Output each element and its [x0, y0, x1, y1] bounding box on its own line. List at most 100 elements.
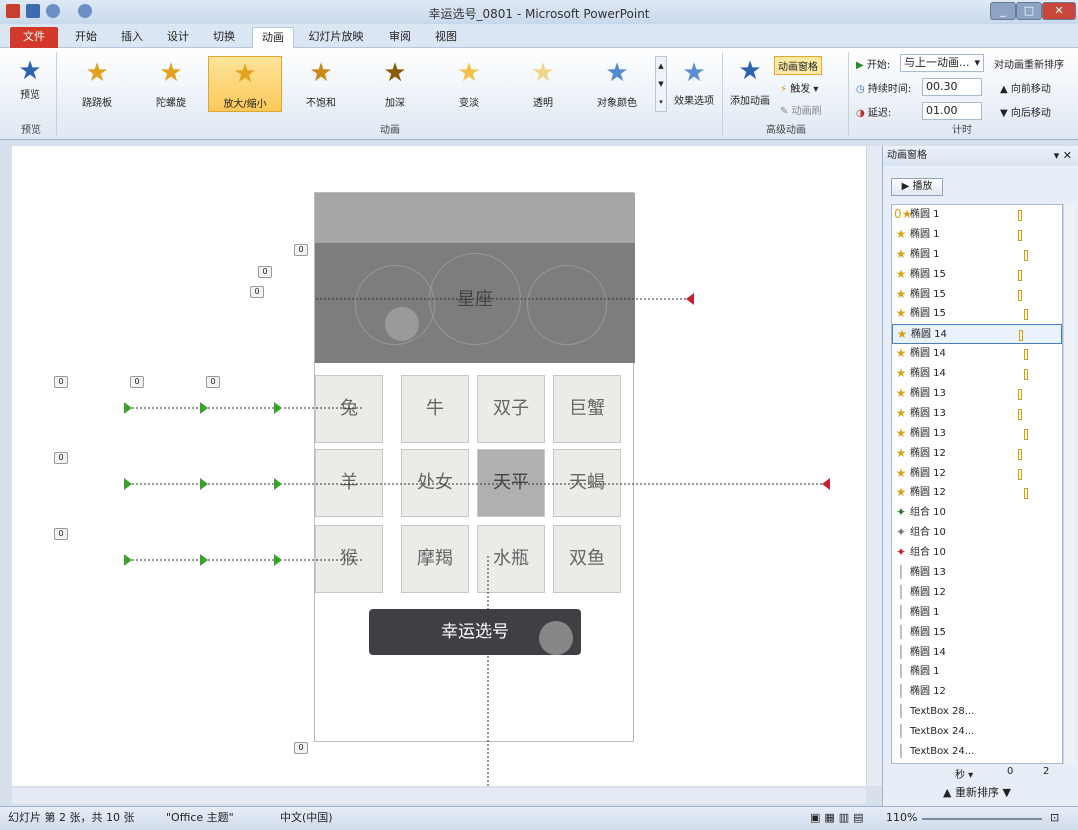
- effect-options-button[interactable]: ★ 效果选项: [670, 56, 718, 107]
- animation-list-item[interactable]: ★ 椭圆 14: [892, 324, 1062, 345]
- anim-badge[interactable]: 0: [206, 376, 220, 388]
- tab-review[interactable]: 审阅: [380, 27, 420, 48]
- animation-list-item[interactable]: │ 椭圆 12: [892, 583, 1062, 603]
- anim-badge[interactable]: 0: [54, 528, 68, 540]
- animation-list-item[interactable]: ★ 椭圆 1: [892, 245, 1062, 265]
- seconds-dropdown[interactable]: 秒 ▾: [955, 766, 973, 781]
- animation-list-item[interactable]: 0★ 椭圆 1: [892, 205, 1062, 225]
- animation-list-item[interactable]: ★ 椭圆 13: [892, 404, 1062, 424]
- animation-list-item[interactable]: │ 椭圆 15: [892, 623, 1062, 643]
- anim-grow-shrink[interactable]: ★ 放大/缩小: [208, 56, 282, 112]
- anim-object-color[interactable]: ★ 对象颜色: [580, 56, 654, 112]
- animation-list-item[interactable]: ★ 椭圆 14: [892, 344, 1062, 364]
- timeline-bar[interactable]: [1019, 330, 1023, 342]
- slide-vertical-scrollbar[interactable]: [866, 146, 882, 786]
- move-later-button[interactable]: ▼ 向后移动: [1000, 104, 1051, 119]
- animation-list-item[interactable]: │ 椭圆 12: [892, 682, 1062, 702]
- tab-file[interactable]: 文件: [10, 27, 58, 48]
- anim-spin[interactable]: ★ 陀螺旋: [134, 56, 208, 112]
- timeline-bar[interactable]: [1018, 210, 1022, 221]
- animation-list-item[interactable]: │ 椭圆 13: [892, 563, 1062, 583]
- animation-list-item[interactable]: ★ 椭圆 15: [892, 265, 1062, 285]
- minimize-button[interactable]: _: [990, 2, 1016, 20]
- timeline-bar[interactable]: [1018, 269, 1022, 281]
- start-dropdown[interactable]: 与上一动画... ▾: [900, 54, 984, 72]
- move-earlier-button[interactable]: ▲ 向前移动: [1000, 80, 1051, 95]
- fit-slide-icon[interactable]: ⊡: [1050, 807, 1059, 829]
- preview-button[interactable]: ★ 预览: [10, 54, 50, 101]
- tab-insert[interactable]: 插入: [112, 27, 152, 48]
- tab-slideshow[interactable]: 幻灯片放映: [300, 27, 372, 48]
- anim-seesaw[interactable]: ★ 跷跷板: [60, 56, 134, 112]
- tab-home[interactable]: 开始: [66, 27, 106, 48]
- anim-badge[interactable]: 0: [294, 244, 308, 256]
- reorder-control[interactable]: ▲ 重新排序 ▼: [943, 784, 1011, 800]
- animation-list-item[interactable]: ★ 椭圆 15: [892, 285, 1062, 305]
- timeline-bar[interactable]: [1024, 369, 1028, 381]
- anim-badge[interactable]: 0: [250, 286, 264, 298]
- animation-list-item[interactable]: │ 椭圆 1: [892, 603, 1062, 623]
- anim-badge[interactable]: 0: [258, 266, 272, 278]
- trigger-button[interactable]: ⚡ 触发 ▾: [780, 80, 818, 95]
- animation-list-item[interactable]: ✦ 组合 10: [892, 503, 1062, 523]
- add-animation-button[interactable]: ★ 添加动画: [726, 54, 774, 107]
- close-button[interactable]: ✕: [1042, 2, 1076, 20]
- view-buttons[interactable]: ▣▦▥▤: [810, 807, 868, 829]
- tab-animations[interactable]: 动画: [252, 27, 294, 48]
- timeline-bar[interactable]: [1024, 349, 1028, 361]
- animation-list-item[interactable]: ★ 椭圆 15: [892, 304, 1062, 324]
- timeline-bar[interactable]: [1024, 488, 1028, 500]
- animation-item-label: 椭圆 12: [910, 447, 946, 459]
- anim-lighten[interactable]: ★ 变淡: [432, 56, 506, 112]
- timeline-bar[interactable]: [1018, 229, 1022, 241]
- animation-list-item[interactable]: │ 椭圆 1: [892, 662, 1062, 682]
- timeline-bar[interactable]: [1024, 309, 1028, 321]
- animation-list-item[interactable]: ★ 椭圆 12: [892, 483, 1062, 503]
- maximize-button[interactable]: □: [1016, 2, 1042, 20]
- anim-painter-button[interactable]: ✎ 动画刷: [780, 102, 822, 117]
- play-button[interactable]: ▶ 播放: [891, 178, 943, 196]
- animation-list-item[interactable]: ★ 椭圆 13: [892, 424, 1062, 444]
- animation-list-item[interactable]: ✦ 组合 10: [892, 543, 1062, 563]
- animation-list-item[interactable]: ★ 椭圆 13: [892, 384, 1062, 404]
- zoom-level[interactable]: 110%: [886, 807, 917, 829]
- anim-badge[interactable]: 0: [54, 452, 68, 464]
- timeline-bar[interactable]: [1018, 468, 1022, 480]
- anim-desaturate[interactable]: ★ 不饱和: [284, 56, 358, 112]
- anim-badge[interactable]: 0: [130, 376, 144, 388]
- timeline-bar[interactable]: [1018, 408, 1022, 420]
- tab-transitions[interactable]: 切换: [204, 27, 244, 48]
- animation-pane-button[interactable]: 动画窗格: [774, 56, 822, 75]
- animation-list-item[interactable]: ★ 椭圆 14: [892, 364, 1062, 384]
- animation-list-item[interactable]: ★ 椭圆 12: [892, 444, 1062, 464]
- animation-list-item[interactable]: │ 椭圆 14: [892, 643, 1062, 663]
- slide-horizontal-scrollbar[interactable]: [12, 788, 866, 804]
- animation-list-scrollbar[interactable]: [1063, 204, 1075, 764]
- animation-item-label: 组合 10: [910, 547, 946, 559]
- animation-item-label: 组合 10: [910, 527, 946, 539]
- gallery-scroll[interactable]: ▲ ▼ ▾: [655, 56, 667, 112]
- delay-input[interactable]: 01.00: [922, 102, 982, 120]
- timeline-bar[interactable]: [1018, 448, 1022, 460]
- animation-list-item[interactable]: ✦ 组合 10: [892, 523, 1062, 543]
- timeline-bar[interactable]: [1018, 389, 1022, 401]
- animation-list-item[interactable]: │ TextBox 28...: [892, 702, 1062, 722]
- animation-list-item[interactable]: ★ 椭圆 12: [892, 464, 1062, 484]
- timeline-bar[interactable]: [1024, 249, 1028, 261]
- animation-list-item[interactable]: │ TextBox 24...: [892, 722, 1062, 742]
- anim-transparency[interactable]: ★ 透明: [506, 56, 580, 112]
- anim-darken[interactable]: ★ 加深: [358, 56, 432, 112]
- zoom-slider[interactable]: [922, 818, 1042, 820]
- animation-list[interactable]: 0★ 椭圆 1 ★ 椭圆 1 ★ 椭圆 1 ★ 椭圆 15 ★ 椭圆 15 ★ 椭圆 15 ★ 椭圆 14…: [891, 204, 1063, 764]
- animation-list-item[interactable]: ★ 椭圆 1: [892, 225, 1062, 245]
- close-icon[interactable]: ▾ ✕: [1054, 146, 1072, 166]
- timeline-bar[interactable]: [1024, 428, 1028, 440]
- anim-badge[interactable]: 0: [294, 742, 308, 754]
- anim-badge[interactable]: 0: [54, 376, 68, 388]
- animation-list-item[interactable]: │ TextBox 24...: [892, 742, 1062, 762]
- timeline-bar[interactable]: [1018, 289, 1022, 301]
- motion-start-marker: [200, 478, 208, 490]
- duration-input[interactable]: 00.30: [922, 78, 982, 96]
- tab-design[interactable]: 设计: [158, 27, 198, 48]
- tab-view[interactable]: 视图: [426, 27, 466, 48]
